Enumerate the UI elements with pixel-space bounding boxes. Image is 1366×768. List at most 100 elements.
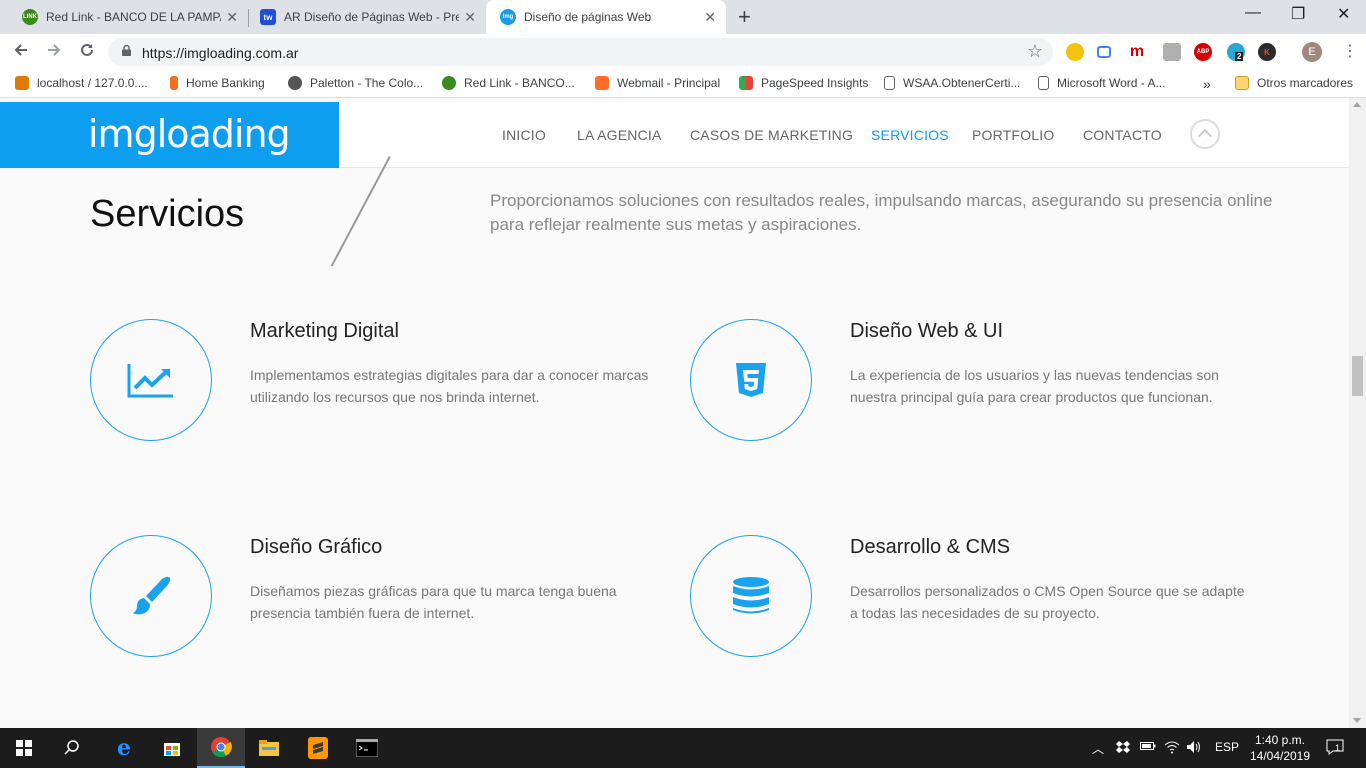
edge-icon[interactable]: e xyxy=(100,728,148,768)
store-icon[interactable] xyxy=(148,728,196,768)
new-tab-button[interactable]: + xyxy=(738,4,751,30)
logo-container[interactable]: imgloading xyxy=(0,102,339,168)
extension-window-icon[interactable] xyxy=(1097,46,1111,58)
arrow-right-icon xyxy=(48,44,61,56)
scroll-thumb[interactable] xyxy=(1352,356,1363,396)
page-content: imgloading INICIO LA AGENCIA CASOS DE MA… xyxy=(0,98,1349,728)
extension-m-icon[interactable]: m xyxy=(1128,43,1146,61)
bookmark-orange-icon xyxy=(170,76,178,90)
bookmark-microsoft-word[interactable]: Microsoft Word - A... xyxy=(1038,76,1165,90)
bookmark-wsaa[interactable]: WSAA.ObtenerCerti... xyxy=(884,76,1020,90)
browser-toolbar: https://imgloading.com.ar ☆ m ABP 2 K E … xyxy=(0,34,1366,70)
search-icon[interactable] xyxy=(48,728,96,768)
service-description: Implementamos estrategias digitales para… xyxy=(250,367,649,405)
bookmark-paletton[interactable]: Paletton - The Colo... xyxy=(288,76,423,90)
lock-icon xyxy=(122,45,131,56)
tab-title: Diseño de páginas Web xyxy=(524,10,652,24)
back-button[interactable] xyxy=(12,41,30,64)
bookmark-label: PageSpeed Insights xyxy=(761,76,869,90)
intro-text: Proporcionamos soluciones con resultados… xyxy=(490,191,1273,234)
notifications-icon[interactable]: 1 xyxy=(1326,738,1344,759)
extension-adblock-icon[interactable]: ABP xyxy=(1194,43,1212,61)
address-bar[interactable]: https://imgloading.com.ar ☆ xyxy=(108,38,1053,66)
tab-title: Red Link - BANCO DE LA PAMPA xyxy=(46,10,221,24)
site-logo[interactable]: imgloading xyxy=(88,112,291,156)
service-title: Marketing Digital xyxy=(250,320,399,342)
tab-imgloading[interactable]: img Diseño de páginas Web ✕ xyxy=(486,0,726,34)
close-tab-icon[interactable]: ✕ xyxy=(226,9,238,26)
bookmarks-bar: localhost / 127.0.0.... Home Banking Pal… xyxy=(0,70,1366,98)
volume-icon[interactable] xyxy=(1186,740,1202,757)
database-icon xyxy=(733,577,769,614)
reload-button[interactable] xyxy=(78,41,96,64)
extension-badge-icon[interactable]: 2 xyxy=(1227,43,1245,61)
bookmark-label: Microsoft Word - A... xyxy=(1057,76,1166,90)
notifications-count: 1 xyxy=(1335,743,1341,753)
nav-servicios[interactable]: SERVICIOS xyxy=(871,127,949,143)
bookmark-label: Paletton - The Colo... xyxy=(310,76,424,90)
windows-start-icon[interactable] xyxy=(0,728,48,768)
extension-drive-icon[interactable] xyxy=(1163,43,1181,61)
battery-icon[interactable] xyxy=(1140,740,1156,755)
bookmark-label: WSAA.ObtenerCerti... xyxy=(903,76,1021,90)
wifi-icon[interactable] xyxy=(1164,740,1180,757)
nav-la-agencia[interactable]: LA AGENCIA xyxy=(577,127,661,143)
bookmark-label: Webmail - Principal xyxy=(617,76,721,90)
extension-k-icon[interactable]: K xyxy=(1258,43,1276,61)
terminal-icon[interactable] xyxy=(343,728,391,768)
service-icon-circle xyxy=(90,535,212,657)
close-tab-icon[interactable]: ✕ xyxy=(464,9,476,26)
forward-button[interactable] xyxy=(45,41,63,64)
service-description: Desarrollos personalizados o CMS Open So… xyxy=(850,583,1245,621)
tab-red-link[interactable]: LINK Red Link - BANCO DE LA PAMPA ✕ xyxy=(8,0,248,34)
bookmark-star-icon[interactable]: ☆ xyxy=(1027,41,1043,62)
system-clock[interactable]: 1:40 p.m. 14/04/2019 xyxy=(1248,732,1312,764)
bookmark-webmail[interactable]: Webmail - Principal xyxy=(595,76,720,90)
service-icon-circle xyxy=(90,319,212,441)
file-explorer-icon[interactable] xyxy=(245,728,293,768)
url-text: https://imgloading.com.ar xyxy=(142,45,299,61)
chevron-up-icon[interactable]: ︿ xyxy=(1092,740,1104,757)
extension-colorzilla-icon[interactable] xyxy=(1066,43,1084,61)
bookmark-label: Red Link - BANCO... xyxy=(464,76,575,90)
close-window-button[interactable]: ✕ xyxy=(1337,4,1350,24)
scroll-up-button[interactable] xyxy=(1190,119,1220,149)
dropbox-icon[interactable] xyxy=(1116,740,1130,757)
bookmark-localhost[interactable]: localhost / 127.0.0.... xyxy=(15,76,148,90)
bookmark-home-banking[interactable]: Home Banking xyxy=(170,76,265,90)
page-scrollbar[interactable] xyxy=(1349,98,1366,728)
page-icon xyxy=(884,76,895,90)
close-tab-icon[interactable]: ✕ xyxy=(704,9,716,26)
clock-date: 14/04/2019 xyxy=(1249,749,1311,763)
nav-contacto[interactable]: CONTACTO xyxy=(1083,127,1162,143)
profile-avatar[interactable]: E xyxy=(1302,42,1322,62)
chrome-icon[interactable] xyxy=(197,728,245,768)
service-title: Diseño Gráfico xyxy=(250,536,383,558)
service-icon-circle xyxy=(690,319,812,441)
nav-casos-de-marketing[interactable]: CASOS DE MARKETING xyxy=(690,127,853,143)
nav-portfolio[interactable]: PORTFOLIO xyxy=(972,127,1054,143)
nav-inicio[interactable]: INICIO xyxy=(502,127,546,143)
bookmark-label: Otros marcadores xyxy=(1257,76,1354,90)
bookmark-pagespeed[interactable]: PageSpeed Insights xyxy=(739,76,868,90)
minimize-button[interactable]: — xyxy=(1245,4,1261,22)
bookmark-red-link[interactable]: Red Link - BANCO... xyxy=(442,76,575,90)
site-header: imgloading INICIO LA AGENCIA CASOS DE MA… xyxy=(0,102,1349,168)
other-bookmarks[interactable]: Otros marcadores xyxy=(1235,76,1353,90)
sublime-text-icon[interactable] xyxy=(294,728,342,768)
clock-time: 1:40 p.m. xyxy=(1254,733,1306,747)
html5-icon xyxy=(736,363,766,397)
restore-button[interactable]: ❐ xyxy=(1291,4,1305,24)
chrome-menu-icon[interactable]: ⋮ xyxy=(1342,41,1358,61)
folder-icon xyxy=(1235,76,1249,90)
scroll-down-arrow-icon[interactable] xyxy=(1353,718,1361,723)
scroll-up-arrow-icon[interactable] xyxy=(1353,102,1361,107)
service-title: Desarrollo & CMS xyxy=(850,536,1011,558)
bookmark-label: localhost / 127.0.0.... xyxy=(37,76,148,90)
tab-diseno-paginas-web[interactable]: tw AR Diseño de Páginas Web - Prec ✕ xyxy=(246,0,486,34)
bookmarks-overflow-button[interactable]: » xyxy=(1203,76,1211,92)
service-description: La experiencia de los usuarios y las nue… xyxy=(850,367,1219,405)
language-indicator[interactable]: ESP xyxy=(1215,740,1239,754)
chart-line-icon xyxy=(127,364,173,398)
tab-strip: LINK Red Link - BANCO DE LA PAMPA ✕ tw A… xyxy=(0,0,1366,34)
